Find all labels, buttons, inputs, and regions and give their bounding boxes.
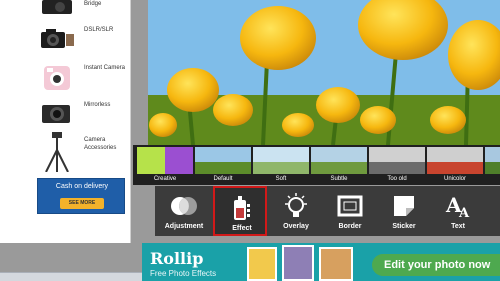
dslr-camera-icon bbox=[41, 29, 74, 48]
effect-icon bbox=[234, 196, 250, 220]
promo-text: Cash on delivery bbox=[55, 183, 109, 190]
tool-adjustment[interactable]: Adjustment bbox=[157, 186, 211, 236]
os-taskbar bbox=[0, 272, 142, 281]
photo-canvas[interactable] bbox=[148, 0, 500, 145]
instant-camera-icon bbox=[44, 66, 70, 90]
filter-thumbnail-partial[interactable] bbox=[485, 147, 500, 174]
product-mirrorless[interactable]: Mirrorless bbox=[36, 95, 130, 135]
tool-text[interactable]: A A Text bbox=[431, 186, 485, 236]
tool-label: Border bbox=[338, 223, 362, 230]
rollip-logo: Rollip bbox=[150, 249, 204, 268]
product-label: Mirrorless bbox=[84, 102, 111, 108]
filter-label: Soft bbox=[275, 176, 287, 182]
filter-thumbnail bbox=[253, 147, 309, 174]
filter-thumbnail bbox=[311, 147, 367, 174]
filter-label: Subtle bbox=[330, 176, 348, 182]
banner-photo-2 bbox=[282, 245, 314, 281]
product-label: DSLR/SLR bbox=[84, 27, 114, 33]
tool-label: Text bbox=[451, 223, 465, 230]
filter-label: Default bbox=[213, 176, 233, 182]
mirrorless-camera-icon bbox=[42, 105, 70, 123]
tool-label: Overlay bbox=[283, 223, 309, 230]
banner-photo-1 bbox=[247, 247, 277, 281]
banner-subtitle: Free Photo Effects bbox=[150, 269, 217, 278]
tulip-photo bbox=[148, 0, 500, 145]
tool-label: Effect bbox=[232, 225, 252, 232]
filter-thumbnail bbox=[369, 147, 425, 174]
edit-photo-cta-button[interactable]: Edit your photo now bbox=[372, 254, 500, 276]
filter-label: Unicolor bbox=[443, 176, 466, 182]
product-dslr[interactable]: DSLR/SLR bbox=[36, 20, 130, 60]
tool-overlay[interactable]: Overlay bbox=[269, 186, 323, 236]
cash-on-delivery-banner[interactable]: Cash on delivery SEE MORE bbox=[37, 178, 125, 214]
filter-label: Too old bbox=[387, 176, 407, 182]
sticker-icon bbox=[394, 196, 414, 216]
tool-label: Adjustment bbox=[164, 223, 204, 230]
overlay-lightbulb-icon bbox=[285, 193, 307, 217]
product-label: Camera Accessories bbox=[84, 137, 117, 151]
tool-label: Sticker bbox=[392, 223, 416, 230]
product-label: Bridge bbox=[84, 1, 102, 7]
filter-thumbnail bbox=[195, 147, 251, 174]
rollip-ad-banner[interactable]: Rollip Free Photo Effects Edit your phot… bbox=[142, 243, 500, 281]
border-icon bbox=[337, 195, 363, 217]
adjustment-icon bbox=[171, 197, 197, 215]
svg-text:A: A bbox=[458, 206, 470, 220]
tool-border[interactable]: Border bbox=[323, 186, 377, 236]
filter-strip: Creative Default Soft Subtle Too old Uni… bbox=[133, 145, 500, 185]
tripod-icon bbox=[45, 132, 69, 172]
product-label: Instant Camera bbox=[84, 65, 126, 71]
product-camera-accessories[interactable]: Camera Accessories bbox=[36, 130, 130, 172]
text-icon: A A bbox=[445, 193, 470, 220]
editing-toolbar: Adjustment Effect Overlay Border Sticker… bbox=[155, 186, 500, 236]
tool-sticker[interactable]: Sticker bbox=[377, 186, 431, 236]
banner-photo-3 bbox=[319, 247, 353, 281]
filter-label: Creative bbox=[153, 176, 177, 182]
product-instant-camera[interactable]: Instant Camera bbox=[36, 58, 130, 98]
filter-thumbnail bbox=[137, 147, 193, 174]
filter-thumbnail bbox=[427, 147, 483, 174]
tool-effect[interactable]: Effect bbox=[213, 186, 267, 236]
product-sidebar: Bridge DSLR/SLR Instant Camera Mirrorles… bbox=[0, 0, 131, 243]
see-more-button[interactable]: SEE MORE bbox=[60, 198, 104, 209]
